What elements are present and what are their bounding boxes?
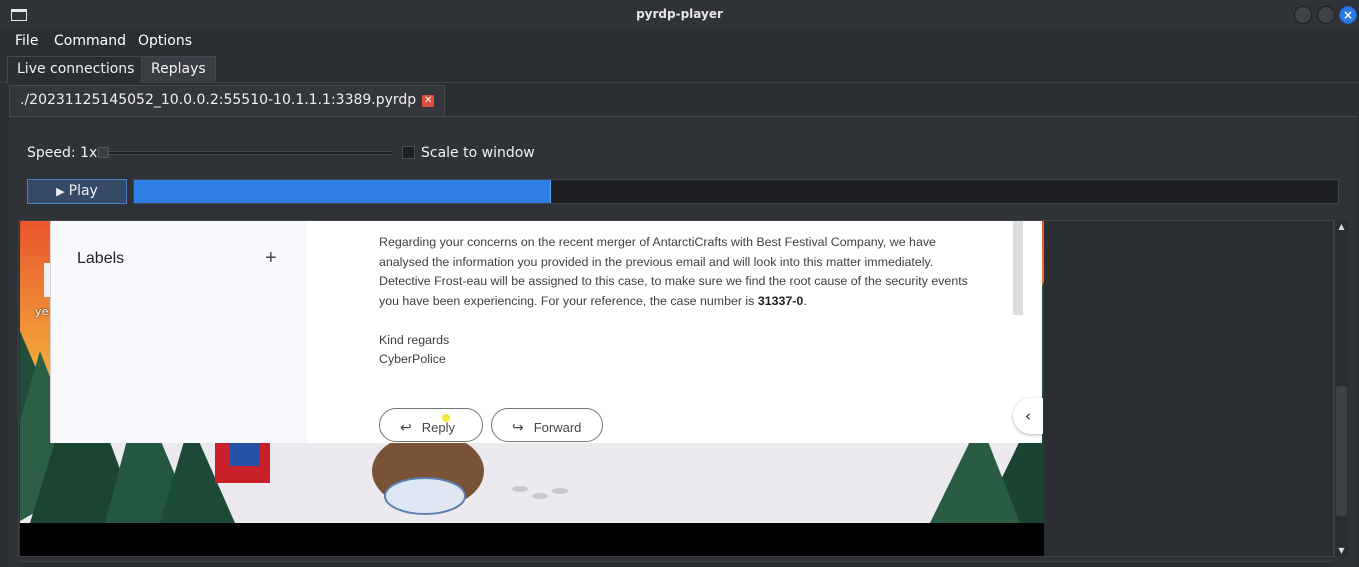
play-icon: ▶ — [56, 185, 65, 198]
desktop-icon-label: ye — [35, 305, 49, 318]
replay-file-tab-label: ./20231125145052_10.0.0.2:55510-10.1.1.1… — [20, 92, 417, 108]
add-label-icon[interactable]: + — [265, 247, 277, 270]
close-window-button[interactable]: × — [1339, 6, 1357, 24]
tab-live-connections[interactable]: Live connections — [7, 56, 145, 83]
minimize-button[interactable] — [1294, 6, 1312, 24]
replay-file-tab[interactable]: ./20231125145052_10.0.0.2:55510-10.1.1.1… — [9, 85, 446, 116]
forward-icon: ↪ — [512, 419, 524, 435]
play-button[interactable]: ▶ Play — [27, 179, 127, 204]
replay-progress-bar[interactable] — [133, 179, 1339, 204]
forward-button[interactable]: ↪ Forward — [491, 408, 603, 442]
labels-heading: Labels — [77, 250, 125, 267]
maximize-button[interactable] — [1317, 6, 1335, 24]
email-signoff: Kind regards CyberPolice — [379, 331, 449, 369]
replay-progress-fill — [134, 180, 551, 203]
expand-side-panel-icon[interactable]: ‹ — [1013, 398, 1043, 434]
reply-label: Reply — [421, 420, 455, 435]
scale-to-window-label: Scale to window — [421, 145, 535, 161]
menu-options[interactable]: Options — [138, 33, 192, 49]
email-paragraph-text: Regarding your concerns on the recent me… — [379, 235, 968, 308]
title-bar: pyrdp-player × — [0, 0, 1359, 30]
scrollbar-thumb[interactable] — [1336, 386, 1347, 516]
menu-bar: File Command Options — [0, 30, 1359, 54]
signoff-name: CyberPolice — [379, 352, 446, 366]
email-client-window: Labels + Regarding your concerns on the … — [50, 221, 1042, 443]
menu-command[interactable]: Command — [54, 33, 126, 49]
window-title: pyrdp-player — [636, 7, 723, 21]
tab-replays[interactable]: Replays — [141, 56, 216, 83]
main-tab-bar: Live connections Replays — [0, 54, 1359, 83]
viewer-bottom-edge — [18, 561, 1334, 567]
reply-icon: ↩ — [400, 419, 412, 435]
speed-slider-track[interactable] — [98, 151, 394, 155]
close-tab-icon[interactable]: ✕ — [422, 95, 435, 107]
email-sidebar: Labels + — [51, 221, 307, 443]
email-message-body: Regarding your concerns on the recent me… — [307, 221, 1023, 442]
email-paragraph-end: . — [803, 293, 807, 308]
remote-desktop-screen[interactable]: ye Labels + Regarding your concerns on t… — [20, 221, 1044, 523]
mouse-cursor-indicator — [442, 414, 450, 422]
speed-slider-handle[interactable] — [98, 147, 109, 158]
rdp-viewer: ye Labels + Regarding your concerns on t… — [18, 220, 1334, 557]
forward-label: Forward — [533, 420, 582, 435]
viewer-vertical-scrollbar[interactable]: ▲ ▼ — [1334, 221, 1348, 557]
scroll-down-icon[interactable]: ▼ — [1335, 545, 1348, 557]
scroll-up-icon[interactable]: ▲ — [1335, 221, 1348, 233]
menu-file[interactable]: File — [15, 33, 38, 49]
play-button-label: Play — [68, 183, 98, 199]
speed-label: Speed: 1x — [27, 145, 98, 161]
case-number: 31337-0 — [757, 293, 804, 308]
remote-screen-blank-area — [20, 523, 1044, 556]
scale-to-window-checkbox[interactable] — [402, 146, 415, 159]
signoff-line: Kind regards — [379, 333, 450, 347]
email-scrollbar[interactable] — [1013, 221, 1023, 315]
reply-button[interactable]: ↩ Reply — [379, 408, 483, 442]
email-paragraph: Regarding your concerns on the recent me… — [379, 233, 979, 311]
